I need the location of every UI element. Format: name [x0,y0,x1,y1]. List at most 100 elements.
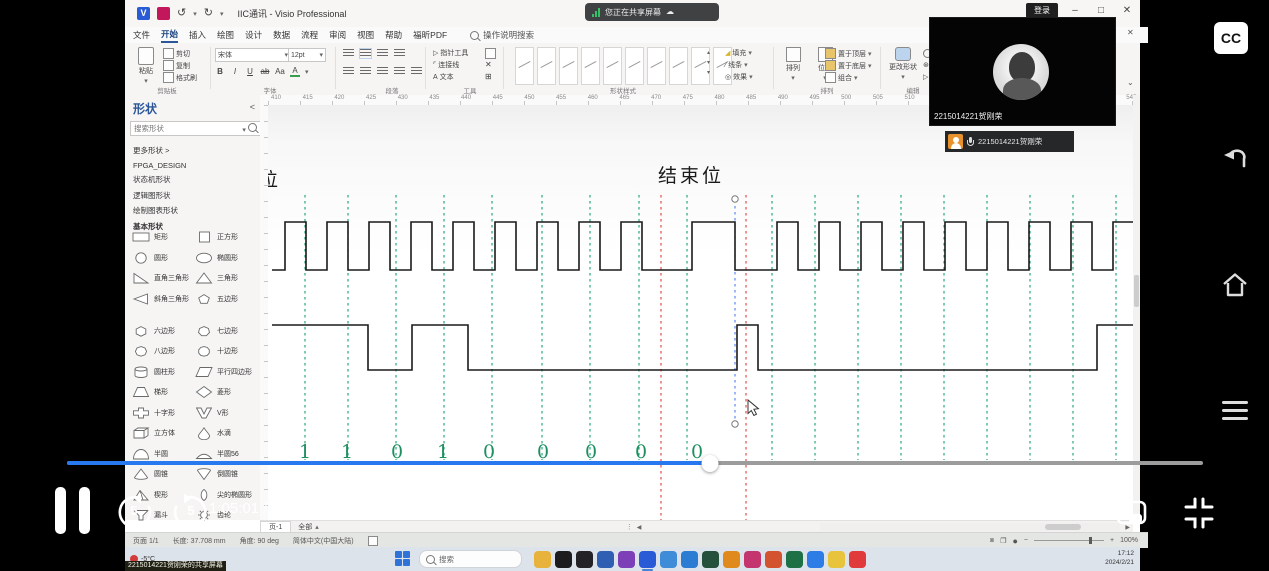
macro-record-icon[interactable]: ● [1012,536,1017,546]
rectangle-tool-button[interactable] [485,48,496,59]
stencil-shape-矩形[interactable]: 矩形 [131,230,194,244]
arrange-button[interactable]: 排列 ▾ [778,47,808,82]
align-top-icon[interactable] [343,67,354,76]
zoom-slider[interactable] [1034,537,1104,544]
group-button[interactable]: 组合 ▾ [825,72,858,83]
stencil-shape-三角形[interactable]: 三角形 [194,271,257,285]
align-center-icon[interactable] [359,48,372,59]
font-color-button[interactable]: A [290,66,300,77]
taskbar-icon-app-w-green[interactable] [702,550,719,568]
start-button[interactable] [395,551,411,567]
ribbon-tab-数据[interactable]: 数据 [273,29,290,41]
taskbar-icon-app-red-gradient[interactable] [744,550,761,568]
bold-button[interactable]: B [215,67,225,76]
stencil-shape-十边形[interactable]: 十边形 [194,344,257,358]
taskbar-icon-app-orange[interactable] [723,550,740,568]
seek-handle[interactable] [701,455,719,472]
horizontal-scrollbar[interactable] [820,523,1120,531]
stencil-shape-倒圆锥[interactable]: 倒圆锥 [194,467,257,481]
stencil-shape-梯形[interactable]: 梯形 [131,385,194,399]
cut-button[interactable]: 剪切 [163,48,190,59]
zoom-percent[interactable]: 100% [1120,537,1138,544]
vscroll-thumb[interactable] [1134,275,1139,307]
ribbon-tab-开始[interactable]: 开始 [161,28,179,43]
all-pages-button[interactable]: 全部 ▴ [291,522,326,532]
stencil-shape-V形[interactable]: V形 [194,406,257,420]
fill-button[interactable]: ◢ 填充 ▾ [725,48,752,58]
stencil-shape-圆锥[interactable]: 圆锥 [131,467,194,481]
stencil-shape-圆柱形[interactable]: 圆柱形 [131,365,194,379]
connector-button[interactable]: ⌜ 连接线 [433,60,459,70]
ribbon-tab-文件[interactable]: 文件 [133,29,150,41]
effects-button[interactable]: ◎ 效果 ▾ [725,72,753,82]
close-pane-icon[interactable]: ✕ [1127,28,1134,37]
stencil-shape-五边形[interactable]: 五边形 [194,292,257,306]
shape-style-swatch[interactable] [559,47,578,85]
shape-style-swatch[interactable] [669,47,688,85]
taskbar-icon-excel[interactable] [786,550,803,568]
spacing-icon[interactable] [394,67,405,76]
font-size-select[interactable]: 12pt ▾ [288,48,326,62]
captions-button[interactable]: CC [1214,22,1248,54]
copy-button[interactable]: 复制 [163,60,190,71]
taskbar-icon-app-blue-box[interactable] [597,550,614,568]
font-family-select[interactable]: 宋体 ▾ [215,48,291,62]
stencil-shape-椭圆形[interactable]: 椭圆形 [194,251,257,265]
ribbon-tab-插入[interactable]: 插入 [189,29,206,41]
webcam-overlay[interactable]: 2215014221贺刚荣 [930,18,1115,125]
minimize-button[interactable]: – [1066,5,1084,16]
ribbon-tab-绘图[interactable]: 绘图 [217,29,234,41]
taskbar-icon-widgets-weather[interactable] [534,550,551,568]
zoom-in-icon[interactable]: + [1110,537,1114,544]
shape-style-swatch[interactable] [625,47,644,85]
status-page[interactable]: 页面 1/1 [133,536,159,546]
shape-style-swatch[interactable] [581,47,600,85]
taskbar-icon-file-explorer[interactable] [828,550,845,568]
change-shape-button[interactable]: 更改形状 ▾ [885,47,921,81]
stencil-shape-菱形[interactable]: 菱形 [194,385,257,399]
stencil-shape-六边形[interactable]: 六边形 [131,324,194,338]
pointer-tool-button[interactable]: ▷ 指针工具 [433,48,468,58]
gallery-scroll[interactable]: ▴ ▾ ▾ [707,49,710,76]
hscroll-left-icon[interactable]: ◀ [637,524,642,531]
stencil-shape-圆形[interactable]: 圆形 [131,251,194,265]
delete-tool-button[interactable]: ✕ [485,60,492,69]
paste-button[interactable]: 粘贴 ▾ [131,47,161,85]
stencil-shape-直角三角形[interactable]: 直角三角形 [131,271,194,285]
login-button[interactable]: 登录 [1026,3,1058,18]
collapse-panel-icon[interactable]: < [250,102,255,112]
taskbar-icon-app-dark-v[interactable] [576,550,593,568]
cloud-record-icon[interactable]: ☁ [666,7,674,17]
exit-fullscreen-button[interactable] [1181,495,1217,536]
taskbar-icon-app-blue-round[interactable] [807,550,824,568]
bring-to-front-button[interactable]: 置于顶层 ▾ [825,48,872,59]
stencil-shape-七边形[interactable]: 七边形 [194,324,257,338]
drawing-canvas[interactable]: 结束位 位 110100000 [268,105,1133,520]
shape-category-逻辑图形状[interactable]: 逻辑图形状 [133,190,186,201]
splitter-handle[interactable]: ⋮ [626,523,633,531]
taskbar-icon-powerpoint[interactable] [765,550,782,568]
ribbon-tab-视图[interactable]: 视图 [357,29,374,41]
stencil-shape-平行四边形[interactable]: 平行四边形 [194,365,257,379]
ribbon-tab-福昕PDF[interactable]: 福昕PDF [413,29,447,41]
ribbon-tab-帮助[interactable]: 帮助 [385,29,402,41]
restore-button[interactable]: □ [1092,5,1110,16]
ribbon-tab-设计[interactable]: 设计 [245,29,262,41]
qat-customize-caret-icon[interactable]: ▾ [220,10,224,18]
shape-style-swatch[interactable] [603,47,622,85]
ribbon-tab-流程[interactable]: 流程 [301,29,318,41]
shape-category-FPGA_DESIGN[interactable]: FPGA_DESIGN [133,161,186,170]
menu-button[interactable] [1221,399,1249,423]
playback-speed-button[interactable]: 1x [1057,501,1073,518]
shape-category-更多形状[interactable]: 更多形状 > [133,145,186,156]
stencil-shape-十字形[interactable]: 十字形 [131,406,194,420]
shape-style-swatch[interactable] [515,47,534,85]
close-button[interactable]: ✕ [1118,5,1136,16]
stencil-shape-半圆56[interactable]: 半圆56 [194,447,257,461]
bullets-icon[interactable] [394,49,405,58]
pause-button[interactable] [55,487,95,534]
zoom-out-icon[interactable]: − [1024,537,1028,544]
text-tool-button[interactable]: A 文本 [433,72,454,82]
redo-icon[interactable]: ↻ [204,7,213,20]
align-left-icon[interactable] [343,49,354,58]
